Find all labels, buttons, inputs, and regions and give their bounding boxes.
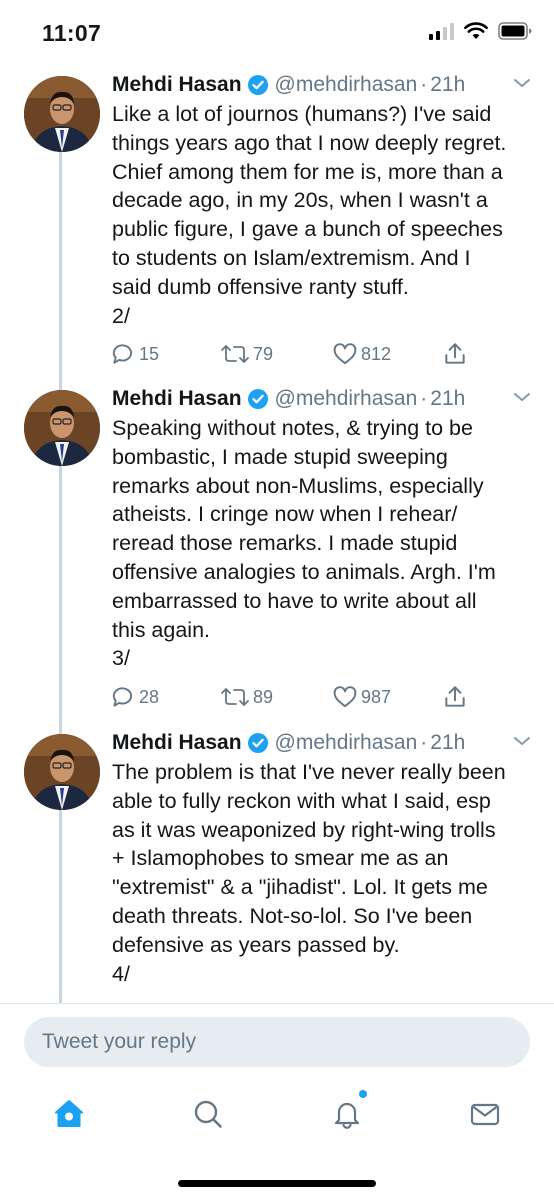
reply-count: 15	[139, 343, 160, 364]
tab-notifications[interactable]	[325, 1090, 369, 1132]
avatar[interactable]	[24, 734, 100, 810]
tweet-header: Mehdi Hasan @mehdirhasan · 21h	[112, 728, 465, 758]
heart-icon	[333, 686, 357, 708]
tweet-text: Like a lot of journos (humans?) I've sai…	[112, 102, 507, 328]
tweet-timestamp: 21h	[430, 731, 466, 754]
reply-input[interactable]	[24, 1017, 530, 1067]
tweet-actions: 28 89 987	[110, 684, 530, 714]
messages-icon	[470, 1103, 500, 1126]
separator: ·	[420, 73, 428, 96]
chevron-down-icon[interactable]	[512, 76, 532, 90]
tweet-text: The problem is that I've never really be…	[112, 760, 506, 986]
retweet-icon	[221, 688, 249, 706]
retweet-count: 79	[253, 343, 274, 364]
retweet-count: 89	[253, 686, 274, 707]
tweet-timestamp: 21h	[430, 387, 466, 410]
reply-button[interactable]: 15	[110, 341, 159, 367]
chevron-down-icon[interactable]	[512, 390, 532, 404]
chevron-down-icon[interactable]	[512, 734, 532, 748]
retweet-button[interactable]: 79	[220, 341, 273, 367]
author-name[interactable]: Mehdi Hasan	[112, 73, 242, 97]
share-button[interactable]	[442, 341, 468, 367]
tab-home[interactable]	[47, 1096, 91, 1132]
avatar[interactable]	[24, 390, 100, 466]
battery-icon	[498, 22, 532, 40]
tab-messages[interactable]	[463, 1096, 507, 1132]
like-button[interactable]: 987	[332, 684, 391, 710]
reply-icon	[112, 687, 133, 707]
separator: ·	[420, 731, 428, 754]
author-handle[interactable]: @mehdirhasan	[275, 73, 418, 97]
share-icon	[445, 686, 465, 707]
heart-icon	[333, 343, 357, 365]
status-bar: 11:07	[0, 0, 554, 64]
verified-badge-icon	[247, 388, 269, 410]
tweet-header: Mehdi Hasan @mehdirhasan · 21h	[112, 384, 465, 414]
tweet[interactable]: Mehdi Hasan @mehdirhasan · 21h Like a lo…	[0, 68, 554, 376]
retweet-button[interactable]: 89	[220, 684, 273, 710]
reply-count: 28	[139, 686, 160, 707]
author-handle[interactable]: @mehdirhasan	[275, 731, 418, 755]
tweet-timestamp: 21h	[430, 73, 466, 96]
reply-bar	[0, 1003, 554, 1081]
home-indicator	[178, 1180, 376, 1187]
reply-icon	[112, 344, 133, 364]
separator: ·	[420, 387, 428, 410]
author-handle[interactable]: @mehdirhasan	[275, 387, 418, 411]
tweet[interactable]: Mehdi Hasan @mehdirhasan · 21h The probl…	[0, 726, 554, 1004]
tweet-text: Speaking without notes, & trying to be b…	[112, 416, 496, 671]
status-icons	[429, 22, 532, 40]
wifi-icon	[464, 22, 488, 39]
notification-badge-dot	[359, 1090, 367, 1098]
author-name[interactable]: Mehdi Hasan	[112, 731, 242, 755]
reply-button[interactable]: 28	[110, 684, 159, 710]
tweet-thread[interactable]: Mehdi Hasan @mehdirhasan · 21h Like a lo…	[0, 64, 554, 1004]
share-icon	[445, 343, 465, 364]
notifications-icon	[334, 1102, 360, 1129]
tweet-actions: 15 79 812	[110, 341, 530, 371]
home-icon	[55, 1100, 83, 1127]
tweet-header: Mehdi Hasan @mehdirhasan · 21h	[112, 70, 465, 100]
search-icon	[194, 1100, 222, 1128]
cellular-signal-icon	[429, 22, 454, 40]
retweet-icon	[221, 345, 249, 363]
verified-badge-icon	[247, 732, 269, 754]
tweet[interactable]: Mehdi Hasan @mehdirhasan · 21h Speaking …	[0, 382, 554, 720]
tab-search[interactable]	[186, 1096, 230, 1132]
share-button[interactable]	[442, 684, 468, 710]
like-button[interactable]: 812	[332, 341, 391, 367]
author-name[interactable]: Mehdi Hasan	[112, 387, 242, 411]
status-time: 11:07	[42, 20, 102, 46]
verified-badge-icon	[247, 74, 269, 96]
avatar[interactable]	[24, 76, 100, 152]
like-count: 987	[361, 686, 392, 707]
like-count: 812	[361, 343, 392, 364]
